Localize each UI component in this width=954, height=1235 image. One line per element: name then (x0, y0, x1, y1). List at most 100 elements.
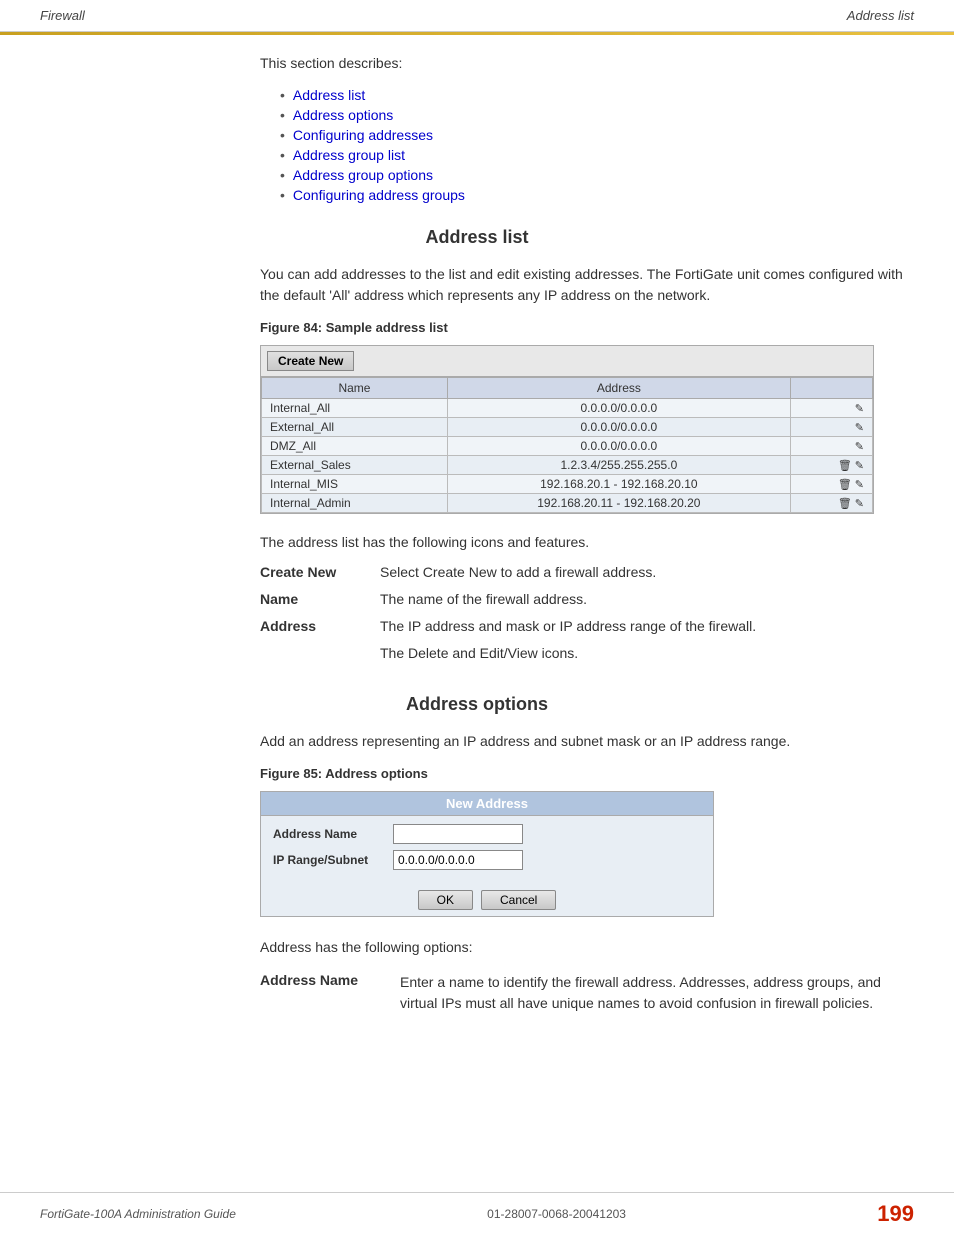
delete-icon[interactable]: 🗑 (838, 498, 852, 510)
address-list-section: Address list You can add addresses to th… (40, 227, 914, 664)
address-list-table-container: Create New Name Address Internal_All0.0.… (260, 345, 874, 514)
toc-list: Address list Address options Configuring… (280, 87, 914, 203)
table-cell-address: 0.0.0.0/0.0.0.0 (447, 418, 790, 437)
feature-term-icons (260, 643, 380, 664)
feature-term-create-new: Create New (260, 562, 380, 583)
feature-term-name: Name (260, 589, 380, 610)
address-table: Name Address Internal_All0.0.0.0/0.0.0.0… (261, 377, 873, 513)
addr-name-def: Enter a name to identify the firewall ad… (400, 972, 914, 1014)
form-label-name: Address Name (273, 827, 393, 841)
toc-item-4: Address group list (280, 147, 914, 163)
toc-item-5: Address group options (280, 167, 914, 183)
edit-icon[interactable]: ✎ (855, 422, 864, 434)
edit-icon[interactable]: ✎ (855, 460, 864, 472)
table-cell-name: Internal_MIS (262, 475, 448, 494)
toc-link-2[interactable]: Address options (293, 107, 393, 123)
feature-create-new: Create New Select Create New to add a fi… (260, 562, 914, 583)
page-header: Firewall Address list (0, 0, 954, 32)
table-cell-name: DMZ_All (262, 437, 448, 456)
footer-center: 01-28007-0068-20041203 (487, 1207, 626, 1221)
form-title: New Address (261, 792, 713, 816)
ip-range-subnet-input[interactable] (393, 850, 523, 870)
table-cell-address: 0.0.0.0/0.0.0.0 (447, 399, 790, 418)
col-address: Address (447, 378, 790, 399)
form-label-subnet: IP Range/Subnet (273, 853, 393, 867)
table-cell-name: External_Sales (262, 456, 448, 475)
form-ok-button[interactable]: OK (418, 890, 473, 910)
create-new-button[interactable]: Create New (267, 351, 354, 371)
table-row: Internal_Admin192.168.20.11 - 192.168.20… (262, 494, 873, 513)
address-name-description: Address Name Enter a name to identify th… (260, 972, 914, 1014)
edit-icon[interactable]: ✎ (855, 479, 864, 491)
feature-def-address: The IP address and mask or IP address ra… (380, 616, 914, 637)
address-options-heading: Address options (40, 694, 914, 715)
figure-84-caption: Figure 84: Sample address list (260, 320, 914, 335)
address-table-body: Internal_All0.0.0.0/0.0.0.0✎External_All… (262, 399, 873, 513)
table-cell-icons: 🗑✎ (790, 475, 872, 494)
table-cell-address: 192.168.20.1 - 192.168.20.10 (447, 475, 790, 494)
edit-icon[interactable]: ✎ (855, 498, 864, 510)
delete-icon[interactable]: 🗑 (838, 460, 852, 472)
delete-icon[interactable]: 🗑 (838, 479, 852, 491)
address-name-input[interactable] (393, 824, 523, 844)
feature-icons: The Delete and Edit/View icons. (260, 643, 914, 664)
address-options-section: Address options Add an address represent… (40, 694, 914, 1014)
table-cell-icons: 🗑✎ (790, 456, 872, 475)
col-actions (790, 378, 872, 399)
feature-term-address: Address (260, 616, 380, 637)
table-cell-name: External_All (262, 418, 448, 437)
toc-item-3: Configuring addresses (280, 127, 914, 143)
edit-icon[interactable]: ✎ (855, 403, 864, 415)
form-body: Address Name IP Range/Subnet (261, 816, 713, 884)
table-row: External_Sales1.2.3.4/255.255.255.0🗑✎ (262, 456, 873, 475)
toc-link-4[interactable]: Address group list (293, 147, 405, 163)
toc-link-3[interactable]: Configuring addresses (293, 127, 433, 143)
features-intro: The address list has the following icons… (260, 534, 914, 550)
page-footer: FortiGate-100A Administration Guide 01-2… (0, 1192, 954, 1235)
toc-link-5[interactable]: Address group options (293, 167, 433, 183)
feature-def-icons: The Delete and Edit/View icons. (380, 643, 914, 664)
footer-left: FortiGate-100A Administration Guide (40, 1207, 236, 1221)
table-cell-address: 192.168.20.11 - 192.168.20.20 (447, 494, 790, 513)
toc-link-6[interactable]: Configuring address groups (293, 187, 465, 203)
address-options-body: Add an address representing an IP addres… (260, 731, 914, 752)
toc-item-6: Configuring address groups (280, 187, 914, 203)
header-page-label: Address list (847, 8, 914, 23)
main-content: This section describes: Address list Add… (0, 35, 954, 1064)
table-cell-icons: 🗑✎ (790, 494, 872, 513)
table-cell-address: 0.0.0.0/0.0.0.0 (447, 437, 790, 456)
address-options-form-container: New Address Address Name IP Range/Subnet… (260, 791, 714, 917)
table-row: Internal_All0.0.0.0/0.0.0.0 ✎ (262, 399, 873, 418)
table-cell-name: Internal_Admin (262, 494, 448, 513)
table-row: Internal_MIS192.168.20.1 - 192.168.20.10… (262, 475, 873, 494)
form-row-subnet: IP Range/Subnet (273, 850, 701, 870)
edit-icon[interactable]: ✎ (855, 441, 864, 453)
table-cell-name: Internal_All (262, 399, 448, 418)
feature-def-create-new: Select Create New to add a firewall addr… (380, 562, 914, 583)
address-list-body: You can add addresses to the list and ed… (260, 264, 914, 306)
addr-name-term: Address Name (260, 972, 380, 1014)
create-new-bar: Create New (261, 346, 873, 377)
addr-name-row: Address Name Enter a name to identify th… (260, 972, 914, 1014)
col-name: Name (262, 378, 448, 399)
table-cell-icons: ✎ (790, 437, 872, 456)
options-intro: Address has the following options: (260, 937, 914, 958)
figure-85-caption: Figure 85: Address options (260, 766, 914, 781)
address-list-heading: Address list (40, 227, 914, 248)
feature-name: Name The name of the firewall address. (260, 589, 914, 610)
table-cell-icons: ✎ (790, 418, 872, 437)
toc-link-1[interactable]: Address list (293, 87, 365, 103)
form-row-name: Address Name (273, 824, 701, 844)
toc-item-1: Address list (280, 87, 914, 103)
form-buttons: OK Cancel (261, 884, 713, 916)
table-header-row: Name Address (262, 378, 873, 399)
table-row: External_All0.0.0.0/0.0.0.0 ✎ (262, 418, 873, 437)
footer-page-number: 199 (877, 1201, 914, 1227)
intro-text: This section describes: (260, 55, 914, 71)
header-section-label: Firewall (40, 8, 85, 23)
toc-item-2: Address options (280, 107, 914, 123)
table-cell-address: 1.2.3.4/255.255.255.0 (447, 456, 790, 475)
table-row: DMZ_All0.0.0.0/0.0.0.0 ✎ (262, 437, 873, 456)
form-cancel-button[interactable]: Cancel (481, 890, 556, 910)
feature-address: Address The IP address and mask or IP ad… (260, 616, 914, 637)
